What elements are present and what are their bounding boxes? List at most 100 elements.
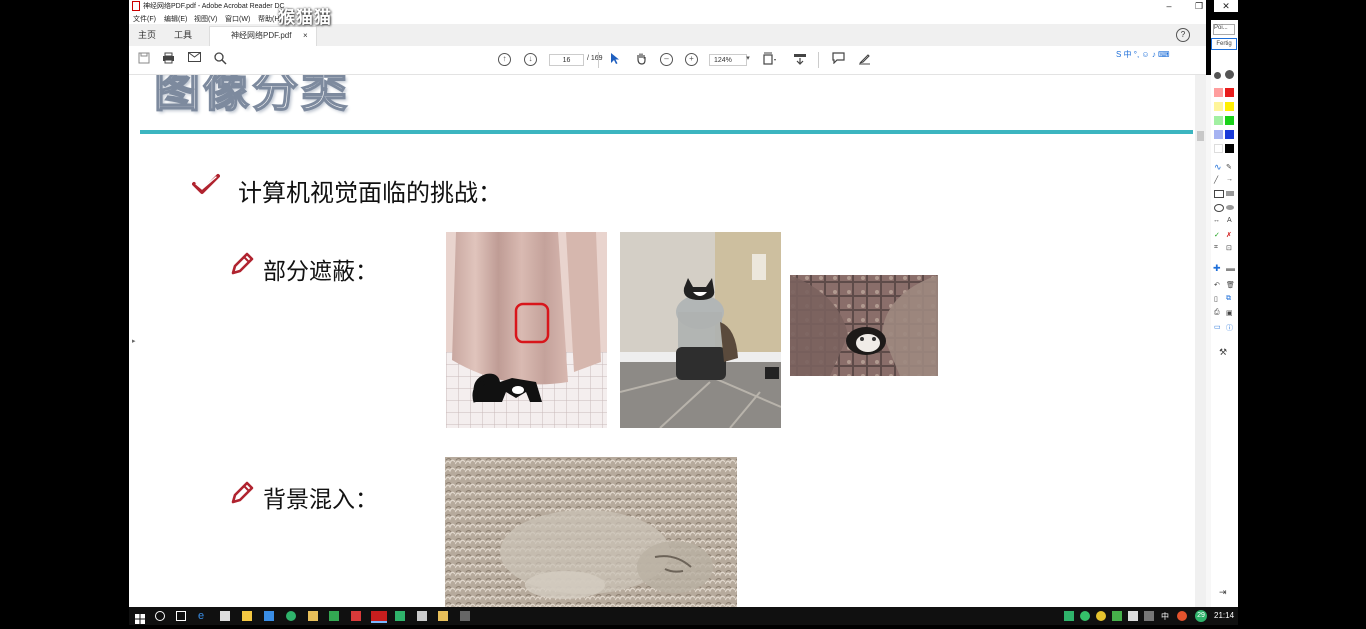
color-light-blue[interactable] [1214,130,1223,139]
menu-window[interactable]: 窗口(W) [225,14,250,24]
page-number-input[interactable]: 16 [549,54,584,66]
app-icon-5[interactable] [351,611,361,621]
task-view-icon[interactable] [176,611,186,621]
store-icon[interactable] [220,611,230,621]
color-red[interactable] [1225,88,1234,97]
color-light-green[interactable] [1214,116,1223,125]
double-arrow-icon[interactable]: ↔ [1213,217,1220,224]
email-icon[interactable] [187,52,201,66]
sogou-icon[interactable] [1177,611,1187,621]
close-button[interactable]: ✕ [1214,0,1238,12]
scrollbar-thumb[interactable] [1197,131,1204,141]
rectangle-icon[interactable] [1214,190,1224,198]
freehand-icon[interactable]: ∿ [1214,162,1222,173]
color-green[interactable] [1225,116,1234,125]
tray-icon-2[interactable] [1080,611,1090,621]
expand-arrow-icon[interactable]: ▸ [132,337,136,345]
app-icon-7[interactable] [417,611,427,621]
filled-rectangle-icon[interactable] [1226,191,1234,196]
tab-home[interactable]: 主页 [138,24,156,46]
save-icon[interactable] [137,52,151,66]
menu-file[interactable]: 文件(F) [133,14,156,24]
comment-icon[interactable] [831,52,845,66]
search-icon[interactable] [213,52,227,66]
ink-search[interactable]: Poi... [1213,24,1235,35]
menu-view[interactable]: 视图(V) [194,14,217,24]
zoom-region-icon[interactable]: ⊡ [1226,244,1232,252]
maximize-button[interactable]: ❐ [1186,0,1206,12]
app-icon-3[interactable] [308,611,318,621]
highlight-pen-icon[interactable] [857,52,871,66]
ellipse-icon[interactable] [1214,204,1224,212]
zoom-out-icon[interactable]: – [660,53,673,66]
document-viewport[interactable]: ▸ 图像分类 计算机视觉面临的挑战： 部分遮蔽： 背景混入： [129,75,1195,607]
menu-edit[interactable]: 编辑(E) [164,14,187,24]
copy-icon[interactable]: ⧉ [1226,295,1231,303]
edge-icon[interactable]: e [198,611,208,622]
text-tool-icon[interactable]: A [1227,217,1232,224]
dispenser-cat-photo [620,232,781,428]
tray-icon-4[interactable] [1112,611,1122,621]
undo-icon[interactable]: ↶ [1214,281,1220,289]
vertical-scrollbar[interactable] [1195,75,1206,607]
zoom-dropdown-icon[interactable]: ▾ [741,52,755,66]
crop-icon[interactable]: ⌗ [1214,244,1218,252]
add-icon[interactable]: ✚ [1213,263,1221,274]
line-icon[interactable]: ╱ [1214,176,1218,184]
tray-icon-3[interactable] [1096,611,1106,621]
info-icon[interactable]: ⓘ [1226,323,1233,333]
large-dot-icon[interactable] [1225,70,1234,79]
app-icon-2[interactable] [286,611,296,621]
notification-badge[interactable]: 29 [1195,610,1207,622]
hand-tool-icon[interactable] [634,52,648,66]
ime-toolbar[interactable]: S 中 °, ☺ ♪ ⌨ [1114,48,1206,62]
new-page-icon[interactable]: ▯ [1214,295,1218,303]
next-page-icon[interactable]: ↓ [524,53,537,66]
tab-close-icon[interactable]: × [303,27,308,45]
color-blue[interactable] [1225,130,1234,139]
color-white[interactable] [1214,144,1223,153]
color-black[interactable] [1225,144,1234,153]
filled-ellipse-icon[interactable] [1226,205,1234,210]
network-icon[interactable] [1144,611,1154,621]
start-icon[interactable] [135,611,145,624]
select-cursor-icon[interactable] [608,52,622,66]
trash-icon[interactable]: 🗑 [1226,281,1235,289]
ime-indicator[interactable]: 中 [1161,611,1171,621]
cross-mark-icon[interactable]: ✗ [1226,231,1232,239]
save-ink-icon[interactable]: ▣ [1226,309,1233,317]
pencil-tool-icon[interactable]: ✎ [1226,163,1232,171]
cortana-icon[interactable] [155,611,165,621]
previous-page-icon[interactable]: ↑ [498,53,511,66]
tab-document[interactable]: 神经网络PDF.pdf × [209,26,317,46]
minimize-button[interactable]: – [1156,0,1182,12]
screen-icon[interactable]: ▭ [1214,323,1221,331]
app-icon-6[interactable] [395,611,405,621]
check-mark-icon[interactable]: ✓ [1214,231,1220,239]
small-dot-icon[interactable] [1214,72,1221,79]
app-icon-9[interactable] [460,611,470,621]
done-button[interactable]: Fertig [1211,38,1237,50]
clock[interactable]: 21:14 [1214,611,1234,620]
file-explorer-icon[interactable] [242,611,252,621]
acrobat-taskbar-icon[interactable] [371,611,387,623]
exit-panel-icon[interactable]: ⇥ [1219,587,1227,598]
fit-page-icon[interactable] [763,52,777,66]
help-icon[interactable]: ? [1176,28,1190,42]
remove-icon[interactable]: ▬ [1226,263,1235,273]
color-yellow[interactable] [1225,102,1234,111]
tab-tools[interactable]: 工具 [174,24,192,46]
scroll-mode-icon[interactable] [793,52,807,66]
print-ink-icon[interactable]: ⎙ [1214,309,1220,317]
color-light-yellow[interactable] [1214,102,1223,111]
tray-icon-5[interactable] [1128,611,1138,621]
arrow-icon[interactable]: → [1226,176,1233,183]
app-icon-8[interactable] [438,611,448,621]
tray-icon-1[interactable] [1064,611,1074,621]
settings-icon[interactable]: ⚒ [1219,347,1227,358]
app-icon-4[interactable] [329,611,339,621]
color-light-red[interactable] [1214,88,1223,97]
zoom-in-icon[interactable]: + [685,53,698,66]
print-icon[interactable] [161,52,175,66]
app-icon-1[interactable] [264,611,274,621]
